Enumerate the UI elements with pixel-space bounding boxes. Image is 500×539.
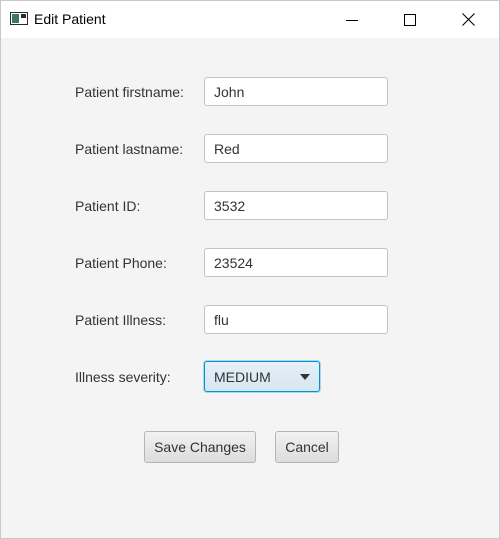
illness-field[interactable] [204, 305, 388, 334]
lastname-label: Patient lastname: [75, 141, 184, 157]
lastname-field[interactable] [204, 134, 388, 163]
minimize-button[interactable] [323, 1, 381, 38]
app-icon [10, 12, 28, 25]
minimize-icon [346, 19, 358, 21]
save-changes-button[interactable]: Save Changes [144, 431, 256, 463]
severity-selected-value: MEDIUM [214, 369, 271, 385]
phone-label: Patient Phone: [75, 255, 167, 271]
window-title: Edit Patient [34, 11, 106, 27]
firstname-field[interactable] [204, 77, 388, 106]
severity-label: Illness severity: [75, 369, 171, 385]
chevron-down-icon [300, 374, 310, 380]
phone-field[interactable] [204, 248, 388, 277]
title-bar[interactable]: Edit Patient [1, 1, 499, 38]
edit-patient-window: Edit Patient Patient firstname: Patient … [0, 0, 500, 539]
illness-label: Patient Illness: [75, 312, 167, 328]
patient-id-label: Patient ID: [75, 198, 141, 214]
severity-dropdown[interactable]: MEDIUM [204, 361, 320, 392]
firstname-label: Patient firstname: [75, 84, 184, 100]
close-button[interactable] [439, 1, 497, 38]
maximize-icon [404, 13, 416, 26]
cancel-button[interactable]: Cancel [275, 431, 339, 463]
close-icon [461, 13, 475, 26]
patient-id-field[interactable] [204, 191, 388, 220]
maximize-button[interactable] [381, 1, 439, 38]
